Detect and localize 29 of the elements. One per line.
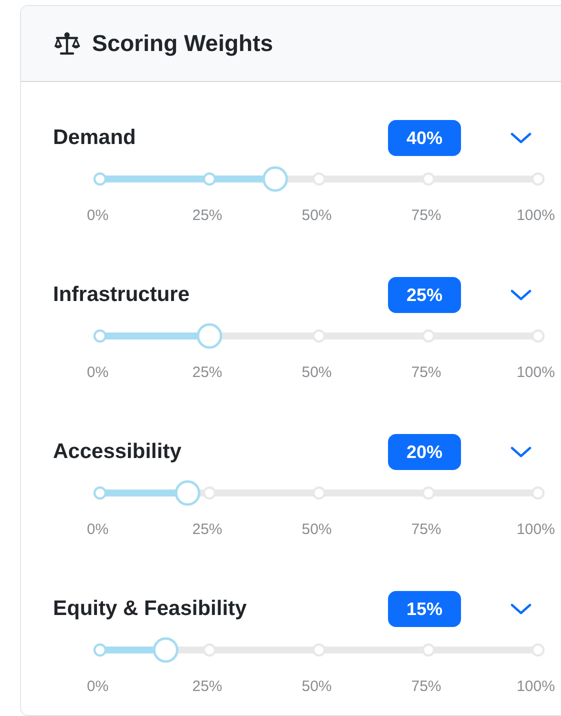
tick-label: 0% xyxy=(86,363,110,383)
weight-badge: 25% xyxy=(388,277,461,313)
tick-label: 50% xyxy=(300,520,333,540)
tick-label: 75% xyxy=(410,363,442,383)
tick-label: 25% xyxy=(191,520,224,540)
tick-label: 25% xyxy=(191,677,224,697)
tick-label: 100% xyxy=(516,520,556,540)
criterion-label: Infrastructure xyxy=(53,282,191,308)
tick-label: 50% xyxy=(300,363,333,383)
tick-label: 0% xyxy=(86,206,110,226)
tick-label: 100% xyxy=(516,206,556,226)
weight-badge: 15% xyxy=(388,591,461,627)
panel-title: Scoring Weights xyxy=(92,30,274,58)
tick-label: 75% xyxy=(410,206,442,226)
tick-label: 75% xyxy=(410,677,442,697)
tick-label: 25% xyxy=(191,363,224,383)
tick-label: 0% xyxy=(86,520,110,540)
tick-label: 25% xyxy=(191,206,224,226)
criterion-label: Equity & Feasibility xyxy=(53,596,248,622)
tick-label: 75% xyxy=(410,520,442,540)
weight-badge: 40% xyxy=(388,120,461,156)
criterion-label: Accessibility xyxy=(53,439,182,466)
criterion-label: Demand xyxy=(53,125,137,152)
tick-label: 100% xyxy=(516,363,556,383)
tick-label: 100% xyxy=(516,677,556,697)
tick-label: 50% xyxy=(300,206,333,226)
tick-label: 50% xyxy=(300,677,333,697)
tick-label: 0% xyxy=(86,677,110,697)
weight-badge: 20% xyxy=(388,434,461,470)
